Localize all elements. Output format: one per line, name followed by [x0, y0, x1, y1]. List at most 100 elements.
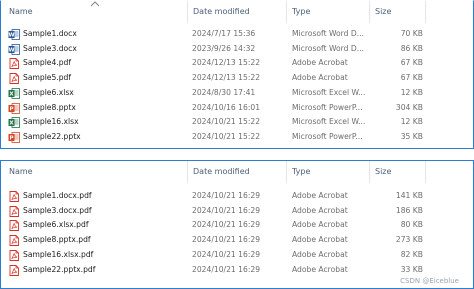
- file-name: Sample16.xlsx: [23, 117, 79, 127]
- pdf-icon: [8, 220, 20, 232]
- excel-icon: X: [8, 87, 20, 99]
- file-date-modified: 2024/10/21 15:22: [192, 131, 261, 141]
- column-name[interactable]: Name: [3, 161, 183, 183]
- file-row[interactable]: Sample8.pptx.pdf 2024/10/21 16:29 Adobe Ac…: [1, 233, 473, 248]
- file-date-modified: 2024/7/17 15:36: [192, 29, 256, 38]
- file-name: Sample8.pptx.pdf: [23, 235, 91, 245]
- pdf-icon: [8, 191, 20, 202]
- pdf-icon: [8, 249, 20, 261]
- file-type: Adobe Acrobat: [292, 73, 348, 83]
- file-row[interactable]: X Sample6.xlsx 2024/8/30 17:41 Microsoft Ex…: [1, 86, 473, 101]
- column-date-modified[interactable]: Date modified: [187, 1, 283, 23]
- file-type: Microsoft Excel W...: [292, 87, 366, 97]
- svg-text:W: W: [8, 47, 14, 53]
- pdf-icon: [8, 205, 20, 217]
- file-row[interactable]: W Sample3.docx 2023/9/26 14:32 Microsoft Wo…: [1, 42, 473, 57]
- excel-icon: X: [8, 117, 20, 129]
- file-type: Adobe Acrobat: [292, 264, 348, 274]
- column-date-modified[interactable]: Date modified: [187, 161, 283, 183]
- file-type: Microsoft PowerP...: [292, 131, 363, 141]
- column-size[interactable]: Size: [369, 161, 424, 183]
- file-name: Sample8.pptx: [23, 102, 76, 112]
- file-date-modified: 2024/10/21 16:29: [192, 264, 261, 274]
- file-name: Sample6.xlsx: [23, 87, 74, 97]
- pdf-icon: [8, 264, 20, 276]
- column-type[interactable]: Type: [286, 161, 366, 183]
- file-type: Microsoft Word D...: [292, 43, 364, 53]
- file-row[interactable]: Sample16.xlsx.pdf 2024/10/21 16:29 Adobe A…: [1, 248, 473, 263]
- file-name: Sample22.pptx.pdf: [23, 264, 96, 274]
- word-icon: W: [8, 43, 20, 55]
- file-size: 80 KB: [400, 220, 423, 230]
- file-name: Sample16.xlsx.pdf: [23, 249, 94, 259]
- file-date-modified: 2024/12/13 15:22: [192, 58, 261, 68]
- column-divider[interactable]: [425, 161, 426, 183]
- svg-text:P: P: [9, 135, 13, 141]
- column-divider[interactable]: [425, 1, 426, 23]
- file-list-after: Name Date modified Type Size Sample1.doc…: [0, 160, 474, 289]
- file-date-modified: 2024/12/13 15:22: [192, 73, 261, 83]
- file-row[interactable]: Sample6.xlsx.pdf 2024/10/21 16:29 Adobe Ac…: [1, 218, 473, 233]
- file-name: Sample3.docx: [23, 43, 77, 53]
- column-name[interactable]: Name: [3, 1, 183, 23]
- file-size: 67 KB: [400, 58, 423, 68]
- file-row[interactable]: W Sample1.docx 2024/7/17 15:36 Microsoft Wo…: [1, 27, 473, 42]
- file-type: Adobe Acrobat: [292, 220, 348, 230]
- watermark: CSDN @Eiceblue: [400, 277, 459, 285]
- file-size: 186 KB: [395, 205, 423, 215]
- file-name: Sample6.xlsx.pdf: [23, 220, 89, 230]
- file-row[interactable]: Sample5.pdf 2024/12/13 15:22 Adobe Acrobat…: [1, 71, 473, 86]
- file-type: Adobe Acrobat: [292, 191, 348, 200]
- file-date-modified: 2024/10/21 15:22: [192, 117, 261, 127]
- file-name: Sample1.docx.pdf: [23, 191, 92, 200]
- svg-text:P: P: [9, 106, 13, 112]
- file-size: 12 KB: [400, 117, 423, 127]
- file-date-modified: 2024/8/30 17:41: [192, 87, 256, 97]
- file-date-modified: 2024/10/21 16:29: [192, 235, 261, 245]
- file-type: Microsoft PowerP...: [292, 102, 363, 112]
- file-size: 141 KB: [395, 191, 423, 200]
- file-type: Adobe Acrobat: [292, 58, 348, 68]
- file-name: Sample3.docx.pdf: [23, 205, 92, 215]
- file-size: 86 KB: [400, 43, 423, 53]
- file-date-modified: 2024/10/21 16:29: [192, 191, 261, 200]
- powerpoint-icon: P: [8, 131, 20, 143]
- pdf-icon: [8, 235, 20, 247]
- file-row[interactable]: X Sample16.xlsx 2024/10/21 15:22 Microsoft …: [1, 115, 473, 130]
- file-name: Sample5.pdf: [23, 73, 72, 83]
- file-size: 304 KB: [395, 102, 423, 112]
- file-row[interactable]: Sample1.docx.pdf 2024/10/21 16:29 Adobe Ac…: [1, 189, 473, 204]
- file-size: 82 KB: [400, 249, 423, 259]
- file-list-before: Name Date modified Type Size W Sample1.do…: [0, 0, 474, 149]
- file-type: Adobe Acrobat: [292, 205, 348, 215]
- file-row[interactable]: P Sample22.pptx 2024/10/21 15:22 Microsoft …: [1, 130, 473, 145]
- file-size: 35 KB: [400, 131, 423, 141]
- file-row[interactable]: P Sample8.pptx 2024/10/16 16:01 Microsoft P…: [1, 101, 473, 116]
- file-type: Adobe Acrobat: [292, 235, 348, 245]
- file-date-modified: 2024/10/21 16:29: [192, 205, 261, 215]
- svg-text:W: W: [8, 33, 14, 39]
- file-size: 273 KB: [395, 235, 423, 245]
- powerpoint-icon: P: [8, 102, 20, 114]
- file-type: Microsoft Word D...: [292, 29, 364, 38]
- file-name: Sample22.pptx: [23, 131, 81, 141]
- file-date-modified: 2024/10/16 16:01: [192, 102, 261, 112]
- file-name: Sample1.docx: [23, 29, 77, 38]
- file-row[interactable]: Sample3.docx.pdf 2024/10/21 16:29 Adobe Ac…: [1, 204, 473, 219]
- file-size: 12 KB: [400, 87, 423, 97]
- pdf-icon: [8, 73, 20, 85]
- file-name: Sample4.pdf: [23, 58, 72, 68]
- file-type: Adobe Acrobat: [292, 249, 348, 259]
- file-row[interactable]: Sample4.pdf 2024/12/13 15:22 Adobe Acrobat…: [1, 56, 473, 71]
- file-size: 67 KB: [400, 73, 423, 83]
- file-date-modified: 2024/10/21 16:29: [192, 220, 261, 230]
- column-header: Name Date modified Type Size: [1, 161, 473, 183]
- file-size: 33 KB: [400, 264, 423, 274]
- pdf-icon: [8, 58, 20, 70]
- file-date-modified: 2023/9/26 14:32: [192, 43, 256, 53]
- file-row[interactable]: Sample22.pptx.pdf 2024/10/21 16:29 Adobe A…: [1, 263, 473, 278]
- column-size[interactable]: Size: [369, 1, 424, 23]
- word-icon: W: [8, 29, 20, 40]
- file-date-modified: 2024/10/21 16:29: [192, 249, 261, 259]
- column-type[interactable]: Type: [286, 1, 366, 23]
